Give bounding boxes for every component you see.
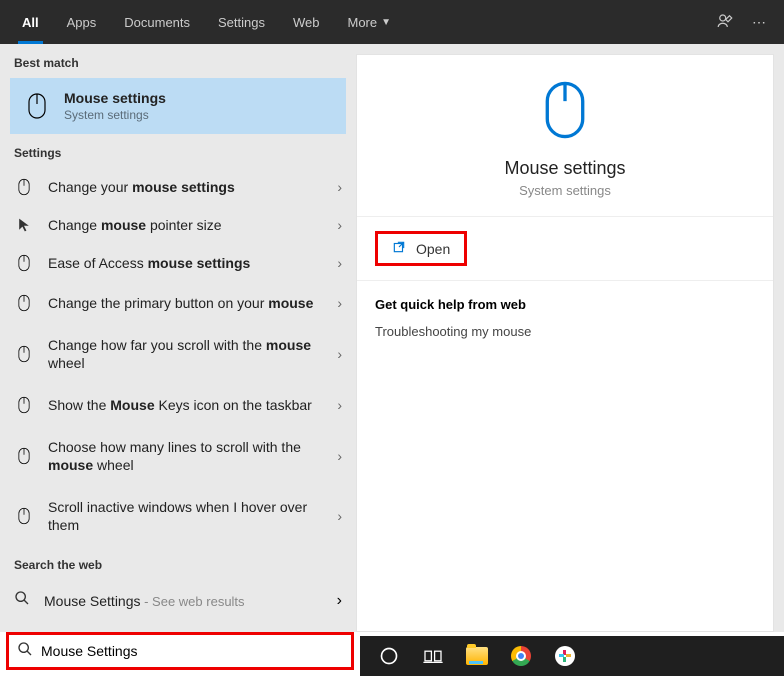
chevron-right-icon: › bbox=[337, 508, 342, 524]
slack-icon[interactable] bbox=[554, 645, 576, 667]
chevron-right-icon: › bbox=[337, 295, 342, 311]
quick-help-header: Get quick help from web bbox=[375, 297, 755, 312]
chevron-right-icon: › bbox=[337, 179, 342, 195]
mouse-icon bbox=[14, 254, 34, 272]
help-link-troubleshoot[interactable]: Troubleshooting my mouse bbox=[375, 324, 755, 339]
result-label: Choose how many lines to scroll with the… bbox=[48, 436, 323, 476]
mouse-icon bbox=[14, 345, 34, 363]
result-label: Change your mouse settings bbox=[48, 178, 323, 196]
mouse-icon bbox=[14, 396, 34, 414]
tab-documents[interactable]: Documents bbox=[110, 0, 204, 44]
result-change-mouse-settings[interactable]: Change your mouse settings › bbox=[0, 168, 356, 206]
tab-all[interactable]: All bbox=[8, 0, 53, 44]
tab-more[interactable]: More▼ bbox=[334, 0, 406, 44]
more-options-icon[interactable]: ⋯ bbox=[752, 14, 766, 31]
section-search-web: Search the web bbox=[0, 546, 356, 580]
mouse-icon bbox=[541, 79, 589, 146]
open-icon bbox=[392, 240, 406, 257]
cortana-icon[interactable] bbox=[378, 645, 400, 667]
cursor-icon bbox=[14, 217, 34, 233]
section-settings: Settings bbox=[0, 134, 356, 168]
results-list: Best match Mouse settings System setting… bbox=[0, 44, 356, 632]
mouse-icon bbox=[24, 92, 50, 120]
best-match-result[interactable]: Mouse settings System settings bbox=[10, 78, 346, 134]
result-primary-button[interactable]: Change the primary button on your mouse … bbox=[0, 282, 356, 324]
open-label: Open bbox=[416, 241, 450, 257]
chevron-right-icon: › bbox=[337, 448, 342, 464]
result-label: Change mouse pointer size bbox=[48, 216, 323, 234]
section-best-match: Best match bbox=[0, 44, 356, 78]
chevron-down-icon: ▼ bbox=[381, 17, 391, 28]
chrome-icon[interactable] bbox=[510, 645, 532, 667]
detail-title: Mouse settings bbox=[504, 158, 625, 179]
result-label: Change how far you scroll with the mouse… bbox=[48, 334, 323, 374]
result-label: Ease of Access mouse settings bbox=[48, 254, 323, 272]
result-label: Show the Mouse Keys icon on the taskbar bbox=[48, 394, 323, 416]
web-result[interactable]: Mouse Settings - See web results › bbox=[0, 580, 356, 621]
chevron-right-icon: › bbox=[337, 255, 342, 271]
best-match-title: Mouse settings bbox=[64, 90, 166, 106]
result-label: Scroll inactive windows when I hover ove… bbox=[48, 496, 323, 536]
mouse-icon bbox=[14, 507, 34, 525]
task-view-icon[interactable] bbox=[422, 645, 444, 667]
chevron-right-icon: › bbox=[337, 217, 342, 233]
search-box[interactable] bbox=[6, 632, 354, 670]
best-match-subtitle: System settings bbox=[64, 108, 166, 122]
search-filter-tabs: All Apps Documents Settings Web More▼ ⋯ bbox=[0, 0, 784, 44]
tab-apps[interactable]: Apps bbox=[53, 0, 111, 44]
search-input[interactable] bbox=[41, 643, 343, 659]
chevron-right-icon: › bbox=[337, 592, 342, 610]
chevron-right-icon: › bbox=[337, 397, 342, 413]
taskbar bbox=[360, 636, 784, 676]
result-label: Change the primary button on your mouse bbox=[48, 292, 323, 314]
result-scroll-lines[interactable]: Choose how many lines to scroll with the… bbox=[0, 426, 356, 486]
mouse-icon bbox=[14, 178, 34, 196]
detail-subtitle: System settings bbox=[519, 183, 611, 198]
result-ease-of-access-mouse[interactable]: Ease of Access mouse settings › bbox=[0, 244, 356, 282]
open-button[interactable]: Open bbox=[375, 231, 467, 266]
detail-pane: Mouse settings System settings Open Get … bbox=[356, 54, 774, 632]
result-mouse-keys-icon[interactable]: Show the Mouse Keys icon on the taskbar … bbox=[0, 384, 356, 426]
search-icon bbox=[14, 590, 30, 611]
chevron-right-icon: › bbox=[337, 346, 342, 362]
tab-web[interactable]: Web bbox=[279, 0, 334, 44]
file-explorer-icon[interactable] bbox=[466, 645, 488, 667]
feedback-icon[interactable] bbox=[716, 12, 734, 33]
web-result-label: Mouse Settings - See web results bbox=[44, 593, 245, 609]
tab-settings[interactable]: Settings bbox=[204, 0, 279, 44]
result-scroll-distance[interactable]: Change how far you scroll with the mouse… bbox=[0, 324, 356, 384]
result-scroll-inactive[interactable]: Scroll inactive windows when I hover ove… bbox=[0, 486, 356, 546]
search-icon bbox=[17, 641, 33, 662]
result-change-pointer-size[interactable]: Change mouse pointer size › bbox=[0, 206, 356, 244]
mouse-icon bbox=[14, 447, 34, 465]
mouse-icon bbox=[14, 294, 34, 312]
